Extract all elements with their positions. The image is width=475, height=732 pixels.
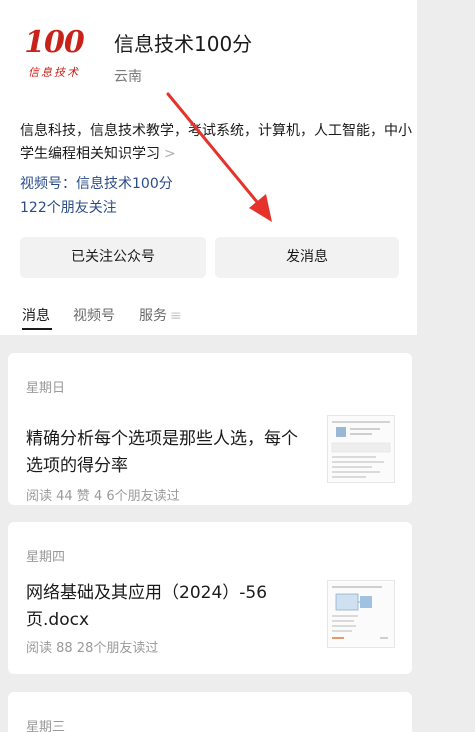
tab-services-label: 服务 [139,308,167,324]
article-card[interactable]: 星期四 网络基础及其应用（2024）-56页.docx 阅读 88 28个朋友读… [8,522,412,674]
article-stats: 阅读 88 28个朋友读过 [26,641,159,656]
card-day: 星期日 [26,381,66,396]
account-logo: 100 信息技术 [18,28,90,84]
right-gray-strip [417,0,475,732]
logo-text: 信息技术 [28,66,80,79]
description-text: 信息科技，信息技术教学，考试系统，计算机，人工智能，中小学生编程相关知识学习 [20,123,412,162]
tab-video-channel[interactable]: 视频号 [73,305,115,325]
account-region: 云南 [114,69,142,85]
menu-icon: ≡ [170,308,182,324]
chevron-right-icon: > [164,146,176,162]
article-title: 网络基础及其应用（2024）-56页.docx [26,583,268,630]
article-title: 精确分析每个选项是那些人选，每个选项的得分率 [26,429,298,476]
article-thumbnail [327,580,395,648]
article-thumbnail [327,415,395,483]
followed-button[interactable]: 已关注公众号 [20,237,206,278]
friends-following-link[interactable]: 122个朋友关注 [20,197,117,217]
account-name: 信息技术100分 [114,32,253,56]
profile-section: 100 信息技术 信息技术100分 云南 信息科技，信息技术教学，考试系统，计算… [0,0,417,335]
tab-services[interactable]: 服务 ≡ [139,305,182,325]
article-card[interactable]: 星期三 [8,692,412,732]
logo-number: 100 [24,25,85,60]
card-day: 星期四 [26,550,66,565]
message-feed: 星期日 精确分析每个选项是那些人选，每个选项的得分率 阅读 44 赞 4 6个朋… [0,335,417,732]
card-day: 星期三 [26,720,66,732]
send-message-button[interactable]: 发消息 [215,237,399,278]
video-channel-link[interactable]: 视频号：信息技术100分 [20,173,173,193]
tab-messages[interactable]: 消息 [22,305,50,325]
account-description[interactable]: 信息科技，信息技术教学，考试系统，计算机，人工智能，中小学生编程相关知识学习 > [20,120,412,166]
article-stats: 阅读 44 赞 4 6个朋友读过 [26,489,180,504]
active-tab-indicator [22,328,52,330]
article-card[interactable]: 星期日 精确分析每个选项是那些人选，每个选项的得分率 阅读 44 赞 4 6个朋… [8,353,412,505]
account-page: 100 信息技术 信息技术100分 云南 信息科技，信息技术教学，考试系统，计算… [0,0,417,732]
